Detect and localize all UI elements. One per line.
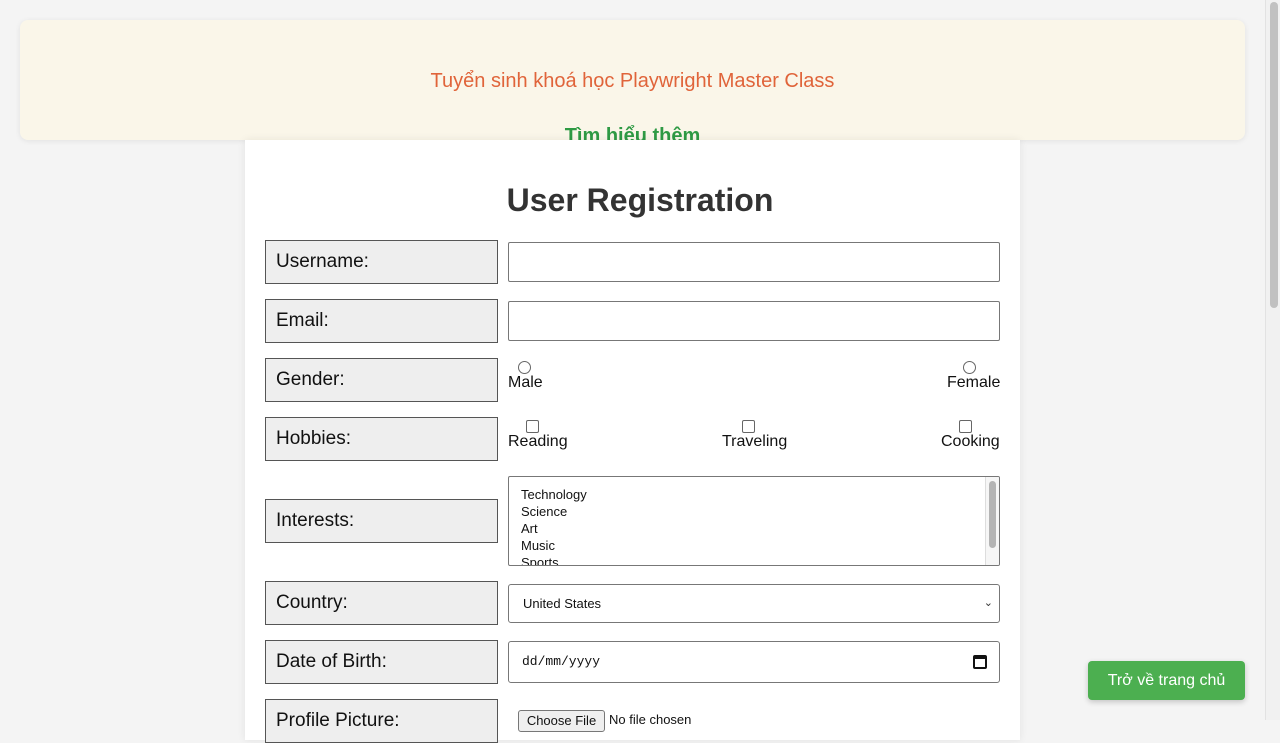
profile-picture-label: Profile Picture: xyxy=(265,699,498,743)
chevron-down-icon: ⌄ xyxy=(983,597,993,609)
male-radio[interactable] xyxy=(518,361,531,374)
reading-label: Reading xyxy=(508,433,568,450)
username-label: Username: xyxy=(265,240,498,284)
reading-checkbox[interactable] xyxy=(526,420,539,433)
page-scrollbar[interactable] xyxy=(1265,0,1280,720)
email-label: Email: xyxy=(265,299,498,343)
listbox-scrollbar[interactable] xyxy=(985,477,999,565)
traveling-checkbox[interactable] xyxy=(742,420,755,433)
email-input[interactable] xyxy=(508,301,1000,341)
gender-label: Gender: xyxy=(265,358,498,402)
list-item[interactable]: Sports xyxy=(521,555,559,565)
choose-file-button[interactable]: Choose File xyxy=(518,710,605,732)
hobby-option-cooking[interactable]: Cooking xyxy=(941,420,1000,451)
list-item[interactable]: Music xyxy=(521,538,555,553)
gender-option-male[interactable]: Male xyxy=(508,361,543,392)
traveling-label: Traveling xyxy=(722,433,788,450)
hobby-option-traveling[interactable]: Traveling xyxy=(722,420,787,451)
country-label: Country: xyxy=(265,581,498,625)
gender-option-female[interactable]: Female xyxy=(947,361,1000,392)
username-input[interactable] xyxy=(508,242,1000,282)
calendar-icon[interactable] xyxy=(973,655,987,669)
interests-label: Interests: xyxy=(265,499,498,543)
promo-banner: Tuyển sinh khoá học Playwright Master Cl… xyxy=(20,20,1245,147)
dob-input[interactable]: dd/mm/yyyy xyxy=(508,641,1000,683)
page-scrollbar-thumb[interactable] xyxy=(1270,2,1278,308)
female-label: Female xyxy=(947,374,1001,391)
list-item[interactable]: Science xyxy=(521,504,567,519)
male-label: Male xyxy=(508,374,543,391)
hobbies-label: Hobbies: xyxy=(265,417,498,461)
interests-listbox[interactable]: Technology Science Art Music Sports xyxy=(508,476,1000,566)
list-item[interactable]: Art xyxy=(521,521,538,536)
cooking-label: Cooking xyxy=(941,433,1000,450)
dob-placeholder: dd/mm/yyyy xyxy=(522,654,601,669)
hobby-option-reading[interactable]: Reading xyxy=(508,420,568,451)
page-title: User Registration xyxy=(506,182,774,218)
listbox-scrollbar-thumb[interactable] xyxy=(989,481,996,548)
banner-title: Tuyển sinh khoá học Playwright Master Cl… xyxy=(430,70,835,92)
cooking-checkbox[interactable] xyxy=(959,420,972,433)
female-radio[interactable] xyxy=(963,361,976,374)
country-selected-value: United States xyxy=(523,596,602,611)
dob-label: Date of Birth: xyxy=(265,640,498,684)
list-item[interactable]: Technology xyxy=(521,487,587,502)
country-select[interactable]: United States ⌄ xyxy=(508,584,1000,623)
back-to-home-button[interactable]: Trở về trang chủ xyxy=(1088,661,1245,700)
